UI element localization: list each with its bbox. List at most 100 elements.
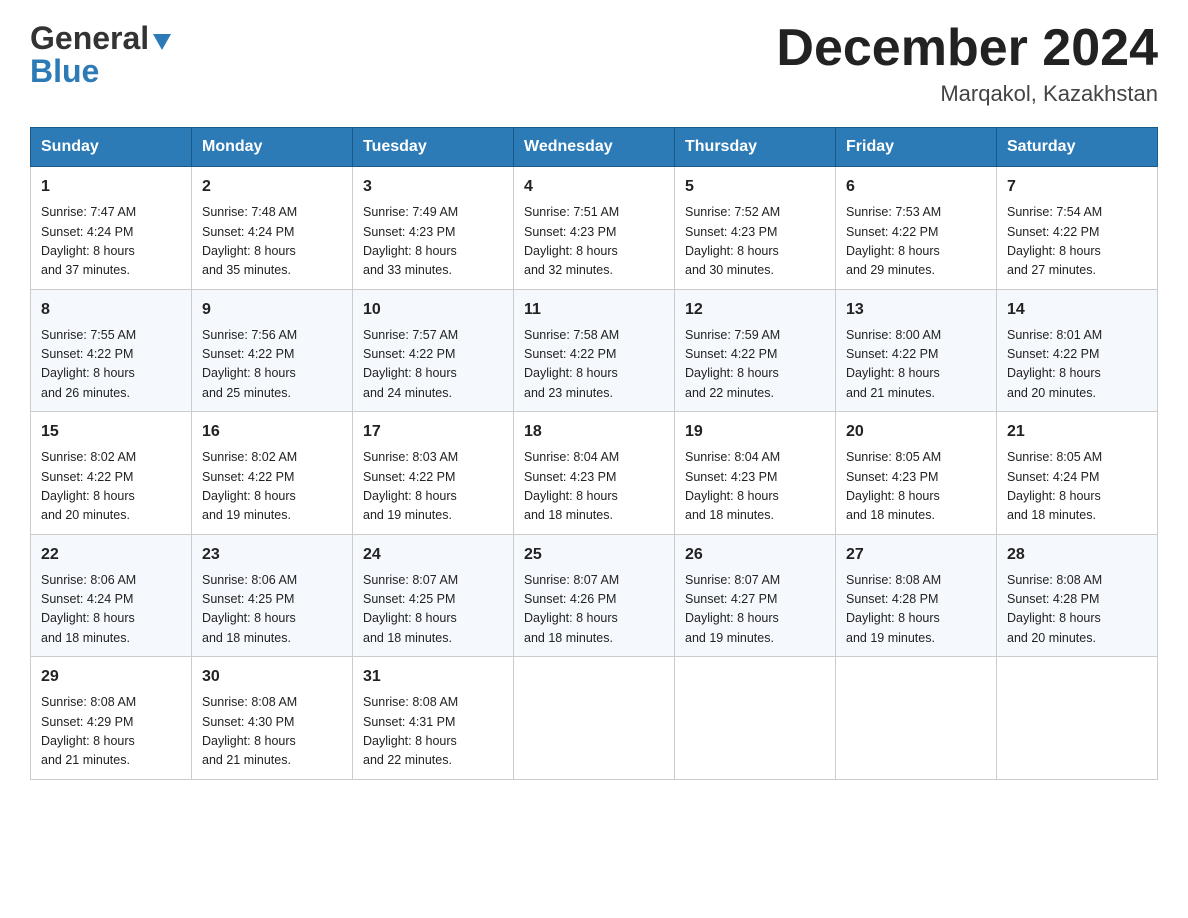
day-number: 14 xyxy=(1007,298,1147,322)
day-number: 13 xyxy=(846,298,986,322)
day-number: 28 xyxy=(1007,543,1147,567)
calendar-day-cell: 27 Sunrise: 8:08 AM Sunset: 4:28 PM Dayl… xyxy=(836,534,997,657)
day-info: Sunrise: 8:07 AM Sunset: 4:25 PM Dayligh… xyxy=(363,571,503,649)
day-number: 17 xyxy=(363,420,503,444)
calendar-day-cell: 7 Sunrise: 7:54 AM Sunset: 4:22 PM Dayli… xyxy=(997,167,1158,290)
day-info: Sunrise: 7:48 AM Sunset: 4:24 PM Dayligh… xyxy=(202,203,342,281)
calendar-header-tuesday: Tuesday xyxy=(353,128,514,167)
day-info: Sunrise: 8:06 AM Sunset: 4:25 PM Dayligh… xyxy=(202,571,342,649)
calendar-day-cell: 22 Sunrise: 8:06 AM Sunset: 4:24 PM Dayl… xyxy=(31,534,192,657)
calendar-day-cell: 2 Sunrise: 7:48 AM Sunset: 4:24 PM Dayli… xyxy=(192,167,353,290)
day-info: Sunrise: 8:05 AM Sunset: 4:23 PM Dayligh… xyxy=(846,448,986,526)
day-number: 10 xyxy=(363,298,503,322)
day-number: 4 xyxy=(524,175,664,199)
calendar-day-cell: 19 Sunrise: 8:04 AM Sunset: 4:23 PM Dayl… xyxy=(675,412,836,535)
calendar-day-cell: 13 Sunrise: 8:00 AM Sunset: 4:22 PM Dayl… xyxy=(836,289,997,412)
day-info: Sunrise: 8:02 AM Sunset: 4:22 PM Dayligh… xyxy=(41,448,181,526)
calendar-day-cell: 1 Sunrise: 7:47 AM Sunset: 4:24 PM Dayli… xyxy=(31,167,192,290)
calendar-day-cell: 31 Sunrise: 8:08 AM Sunset: 4:31 PM Dayl… xyxy=(353,657,514,780)
day-info: Sunrise: 7:58 AM Sunset: 4:22 PM Dayligh… xyxy=(524,326,664,404)
day-number: 22 xyxy=(41,543,181,567)
calendar-day-cell: 11 Sunrise: 7:58 AM Sunset: 4:22 PM Dayl… xyxy=(514,289,675,412)
day-info: Sunrise: 8:04 AM Sunset: 4:23 PM Dayligh… xyxy=(685,448,825,526)
day-number: 31 xyxy=(363,665,503,689)
day-number: 7 xyxy=(1007,175,1147,199)
calendar-header-monday: Monday xyxy=(192,128,353,167)
day-number: 1 xyxy=(41,175,181,199)
calendar-day-cell xyxy=(514,657,675,780)
calendar-day-cell: 26 Sunrise: 8:07 AM Sunset: 4:27 PM Dayl… xyxy=(675,534,836,657)
day-info: Sunrise: 8:01 AM Sunset: 4:22 PM Dayligh… xyxy=(1007,326,1147,404)
calendar-header-sunday: Sunday xyxy=(31,128,192,167)
day-number: 3 xyxy=(363,175,503,199)
day-number: 24 xyxy=(363,543,503,567)
calendar-header-wednesday: Wednesday xyxy=(514,128,675,167)
day-info: Sunrise: 7:49 AM Sunset: 4:23 PM Dayligh… xyxy=(363,203,503,281)
calendar-day-cell: 25 Sunrise: 8:07 AM Sunset: 4:26 PM Dayl… xyxy=(514,534,675,657)
calendar-day-cell xyxy=(836,657,997,780)
day-info: Sunrise: 8:07 AM Sunset: 4:26 PM Dayligh… xyxy=(524,571,664,649)
calendar-header-row: SundayMondayTuesdayWednesdayThursdayFrid… xyxy=(31,128,1158,167)
calendar-day-cell: 30 Sunrise: 8:08 AM Sunset: 4:30 PM Dayl… xyxy=(192,657,353,780)
calendar-day-cell: 12 Sunrise: 7:59 AM Sunset: 4:22 PM Dayl… xyxy=(675,289,836,412)
calendar-day-cell: 15 Sunrise: 8:02 AM Sunset: 4:22 PM Dayl… xyxy=(31,412,192,535)
calendar-week-row: 8 Sunrise: 7:55 AM Sunset: 4:22 PM Dayli… xyxy=(31,289,1158,412)
day-info: Sunrise: 8:06 AM Sunset: 4:24 PM Dayligh… xyxy=(41,571,181,649)
location: Marqakol, Kazakhstan xyxy=(776,81,1158,107)
title-block: December 2024 Marqakol, Kazakhstan xyxy=(776,20,1158,107)
day-number: 23 xyxy=(202,543,342,567)
calendar-day-cell: 6 Sunrise: 7:53 AM Sunset: 4:22 PM Dayli… xyxy=(836,167,997,290)
calendar-day-cell: 21 Sunrise: 8:05 AM Sunset: 4:24 PM Dayl… xyxy=(997,412,1158,535)
calendar-day-cell: 10 Sunrise: 7:57 AM Sunset: 4:22 PM Dayl… xyxy=(353,289,514,412)
day-number: 29 xyxy=(41,665,181,689)
calendar-day-cell: 5 Sunrise: 7:52 AM Sunset: 4:23 PM Dayli… xyxy=(675,167,836,290)
calendar-day-cell xyxy=(675,657,836,780)
day-number: 16 xyxy=(202,420,342,444)
calendar-table: SundayMondayTuesdayWednesdayThursdayFrid… xyxy=(30,127,1158,780)
logo-general: General xyxy=(30,20,149,57)
day-info: Sunrise: 7:56 AM Sunset: 4:22 PM Dayligh… xyxy=(202,326,342,404)
day-number: 18 xyxy=(524,420,664,444)
calendar-day-cell: 4 Sunrise: 7:51 AM Sunset: 4:23 PM Dayli… xyxy=(514,167,675,290)
calendar-day-cell: 9 Sunrise: 7:56 AM Sunset: 4:22 PM Dayli… xyxy=(192,289,353,412)
calendar-week-row: 29 Sunrise: 8:08 AM Sunset: 4:29 PM Dayl… xyxy=(31,657,1158,780)
day-info: Sunrise: 7:57 AM Sunset: 4:22 PM Dayligh… xyxy=(363,326,503,404)
day-info: Sunrise: 8:02 AM Sunset: 4:22 PM Dayligh… xyxy=(202,448,342,526)
day-number: 26 xyxy=(685,543,825,567)
day-info: Sunrise: 8:08 AM Sunset: 4:30 PM Dayligh… xyxy=(202,693,342,771)
calendar-week-row: 22 Sunrise: 8:06 AM Sunset: 4:24 PM Dayl… xyxy=(31,534,1158,657)
day-number: 21 xyxy=(1007,420,1147,444)
day-info: Sunrise: 7:51 AM Sunset: 4:23 PM Dayligh… xyxy=(524,203,664,281)
day-info: Sunrise: 8:03 AM Sunset: 4:22 PM Dayligh… xyxy=(363,448,503,526)
day-number: 9 xyxy=(202,298,342,322)
calendar-day-cell: 24 Sunrise: 8:07 AM Sunset: 4:25 PM Dayl… xyxy=(353,534,514,657)
day-info: Sunrise: 8:08 AM Sunset: 4:28 PM Dayligh… xyxy=(1007,571,1147,649)
calendar-header-saturday: Saturday xyxy=(997,128,1158,167)
day-number: 8 xyxy=(41,298,181,322)
calendar-header-friday: Friday xyxy=(836,128,997,167)
day-number: 6 xyxy=(846,175,986,199)
calendar-day-cell: 16 Sunrise: 8:02 AM Sunset: 4:22 PM Dayl… xyxy=(192,412,353,535)
calendar-day-cell: 3 Sunrise: 7:49 AM Sunset: 4:23 PM Dayli… xyxy=(353,167,514,290)
day-number: 5 xyxy=(685,175,825,199)
day-info: Sunrise: 8:08 AM Sunset: 4:29 PM Dayligh… xyxy=(41,693,181,771)
day-info: Sunrise: 8:07 AM Sunset: 4:27 PM Dayligh… xyxy=(685,571,825,649)
calendar-day-cell: 8 Sunrise: 7:55 AM Sunset: 4:22 PM Dayli… xyxy=(31,289,192,412)
month-title: December 2024 xyxy=(776,20,1158,77)
day-info: Sunrise: 7:47 AM Sunset: 4:24 PM Dayligh… xyxy=(41,203,181,281)
calendar-day-cell: 23 Sunrise: 8:06 AM Sunset: 4:25 PM Dayl… xyxy=(192,534,353,657)
calendar-day-cell: 29 Sunrise: 8:08 AM Sunset: 4:29 PM Dayl… xyxy=(31,657,192,780)
calendar-header-thursday: Thursday xyxy=(675,128,836,167)
day-info: Sunrise: 8:08 AM Sunset: 4:28 PM Dayligh… xyxy=(846,571,986,649)
day-number: 2 xyxy=(202,175,342,199)
calendar-day-cell: 18 Sunrise: 8:04 AM Sunset: 4:23 PM Dayl… xyxy=(514,412,675,535)
page-header: General Blue December 2024 Marqakol, Kaz… xyxy=(30,20,1158,107)
calendar-day-cell: 14 Sunrise: 8:01 AM Sunset: 4:22 PM Dayl… xyxy=(997,289,1158,412)
day-info: Sunrise: 7:55 AM Sunset: 4:22 PM Dayligh… xyxy=(41,326,181,404)
day-info: Sunrise: 8:08 AM Sunset: 4:31 PM Dayligh… xyxy=(363,693,503,771)
day-info: Sunrise: 8:00 AM Sunset: 4:22 PM Dayligh… xyxy=(846,326,986,404)
day-info: Sunrise: 7:54 AM Sunset: 4:22 PM Dayligh… xyxy=(1007,203,1147,281)
day-number: 12 xyxy=(685,298,825,322)
day-number: 27 xyxy=(846,543,986,567)
logo-triangle-icon xyxy=(151,30,173,52)
